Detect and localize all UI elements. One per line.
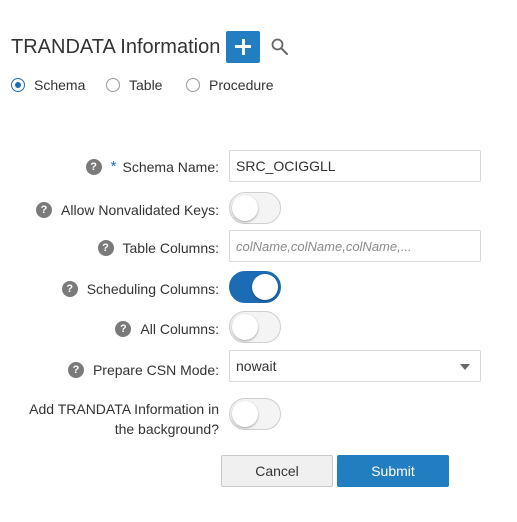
page-title: TRANDATA Information [11, 36, 221, 58]
toggle-knob [232, 314, 258, 340]
field-label-line1: Add TRANDATA Information in [29, 401, 219, 417]
help-icon[interactable]: ? [61, 281, 78, 297]
radio-circle [106, 78, 120, 92]
table-columns-row: ? Table Columns: colName,colName,colName… [0, 230, 517, 262]
scheduling-columns-toggle[interactable] [229, 271, 281, 303]
submit-button[interactable]: Submit [337, 455, 449, 487]
toggle-knob [232, 401, 258, 427]
all-columns-toggle[interactable] [229, 311, 281, 343]
scheduling-columns-label: ? Scheduling Columns: [61, 281, 219, 297]
help-icon[interactable]: ? [85, 158, 102, 175]
field-label: Schema Name: [122, 158, 219, 175]
table-columns-label: ? Table Columns: [97, 240, 220, 256]
toggle-knob [252, 274, 278, 300]
background-toggle[interactable] [229, 398, 281, 430]
help-icon[interactable]: ? [36, 202, 53, 218]
schema-name-row: ? * Schema Name: SRC_OCIGGLL [0, 150, 517, 182]
schema-name-input[interactable]: SRC_OCIGGLL [229, 150, 481, 182]
radio-label: Table [129, 77, 163, 93]
field-label-line2: the background? [114, 421, 219, 437]
chevron-down-icon [460, 364, 470, 370]
radio-circle [186, 78, 200, 92]
add-button[interactable] [226, 31, 260, 63]
help-icon[interactable]: ? [67, 362, 84, 378]
prepare-csn-mode-label: ? Prepare CSN Mode: [67, 362, 219, 378]
field-label: All Columns: [140, 321, 219, 337]
scheduling-columns-row: ? Scheduling Columns: [0, 271, 517, 303]
allow-nonvalidated-keys-toggle[interactable] [229, 192, 281, 224]
toggle-knob [232, 195, 258, 221]
radio-procedure[interactable]: Procedure [186, 77, 274, 93]
radio-circle [11, 78, 25, 92]
allow-nonvalidated-keys-label: ? Allow Nonvalidated Keys: [36, 202, 219, 218]
table-columns-input[interactable]: colName,colName,colName,... [229, 230, 481, 262]
schema-name-label: ? * Schema Name: [85, 158, 219, 175]
field-label: Allow Nonvalidated Keys: [61, 202, 219, 218]
field-label: Prepare CSN Mode: [92, 362, 219, 378]
help-icon[interactable]: ? [97, 240, 114, 256]
cancel-button[interactable]: Cancel [221, 455, 333, 487]
background-label: Add TRANDATA Information in the backgrou… [29, 399, 219, 439]
select-value: nowait [236, 358, 277, 374]
allow-nonvalidated-keys-row: ? Allow Nonvalidated Keys: [0, 192, 517, 224]
radio-label: Procedure [209, 77, 274, 93]
field-label: Table Columns: [122, 240, 220, 256]
required-indicator: * [110, 158, 117, 175]
all-columns-label: ? All Columns: [115, 321, 219, 337]
help-icon[interactable]: ? [115, 321, 132, 337]
radio-table[interactable]: Table [106, 77, 162, 93]
search-icon[interactable] [270, 37, 290, 57]
prepare-csn-mode-select[interactable]: nowait [229, 350, 481, 382]
background-row: Add TRANDATA Information in the backgrou… [0, 398, 517, 438]
radio-schema[interactable]: Schema [11, 77, 85, 93]
all-columns-row: ? All Columns: [0, 311, 517, 343]
radio-label: Schema [34, 77, 86, 93]
field-label: Scheduling Columns: [86, 281, 219, 297]
prepare-csn-mode-row: ? Prepare CSN Mode: nowait [0, 350, 517, 382]
